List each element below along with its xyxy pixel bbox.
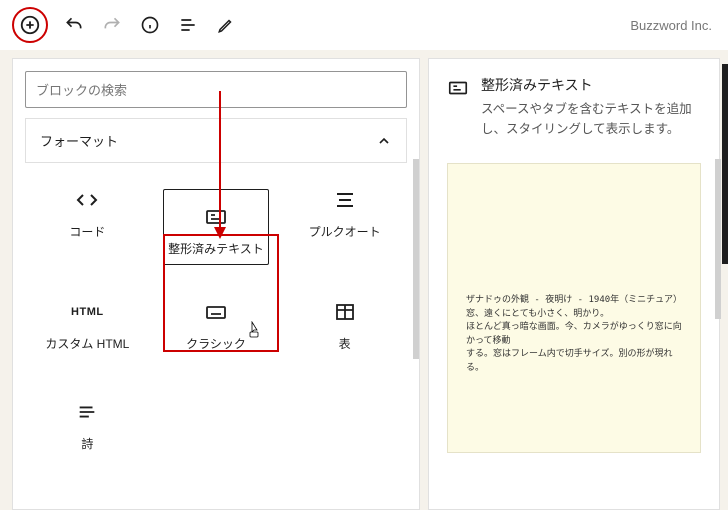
preview-title: 整形済みテキスト <box>481 75 701 95</box>
block-preview-panel: 整形済みテキスト スペースやタブを含むテキストを追加し、スタイリングして表示しま… <box>428 58 720 510</box>
block-label: プルクオート <box>309 225 381 241</box>
html-icon: HTML <box>71 297 104 327</box>
side-decoration <box>722 64 728 264</box>
block-label: 表 <box>339 337 351 353</box>
preview-box: ザナドゥの外観 - 夜明け - 1940年（ミニチュア） 窓、遠くにとても小さく… <box>447 163 701 453</box>
block-label: クラシック <box>186 337 246 353</box>
info-button[interactable] <box>138 13 162 37</box>
right-scrollbar[interactable] <box>715 159 721 319</box>
left-scrollbar[interactable] <box>413 159 419 359</box>
block-code[interactable]: コード <box>25 169 150 277</box>
block-verse[interactable]: 詩 <box>25 381 150 477</box>
code-icon <box>75 185 99 215</box>
block-custom-html[interactable]: HTML カスタム HTML <box>25 281 150 377</box>
redo-button[interactable] <box>100 13 124 37</box>
verse-icon <box>76 397 98 427</box>
editor-toolbar: Buzzword Inc. <box>0 0 728 50</box>
block-label: カスタム HTML <box>45 337 129 353</box>
keyboard-icon <box>204 297 228 327</box>
pullquote-icon <box>333 185 357 215</box>
undo-button[interactable] <box>62 13 86 37</box>
block-inserter-panel: ブロックの検索 フォーマット コード 整形済みテキスト <box>12 58 420 510</box>
block-search-input[interactable]: ブロックの検索 <box>25 71 407 108</box>
brand-label: Buzzword Inc. <box>630 18 712 33</box>
pointer-cursor-icon <box>247 321 263 339</box>
outline-button[interactable] <box>176 13 200 37</box>
block-table[interactable]: 表 <box>282 281 407 377</box>
block-label: コード <box>69 225 105 241</box>
edit-button[interactable] <box>214 13 238 37</box>
add-block-button[interactable] <box>12 7 48 43</box>
preview-text: ザナドゥの外観 - 夜明け - 1940年（ミニチュア） 窓、遠くにとても小さく… <box>466 294 682 375</box>
block-label: 整形済みテキスト <box>168 242 264 258</box>
preformatted-icon <box>168 202 264 232</box>
blocks-grid: コード 整形済みテキスト プルクオート HTML カスタム HTML <box>25 163 407 483</box>
block-preformatted[interactable]: 整形済みテキスト <box>154 169 279 277</box>
table-icon <box>333 297 357 327</box>
block-label: 詩 <box>81 437 93 453</box>
category-label: フォーマット <box>40 131 118 150</box>
preformatted-icon <box>447 77 469 99</box>
category-format[interactable]: フォーマット <box>25 118 407 163</box>
preview-description: スペースやタブを含むテキストを追加し、スタイリングして表示します。 <box>481 99 701 139</box>
block-pullquote[interactable]: プルクオート <box>282 169 407 277</box>
chevron-up-icon <box>376 133 392 149</box>
